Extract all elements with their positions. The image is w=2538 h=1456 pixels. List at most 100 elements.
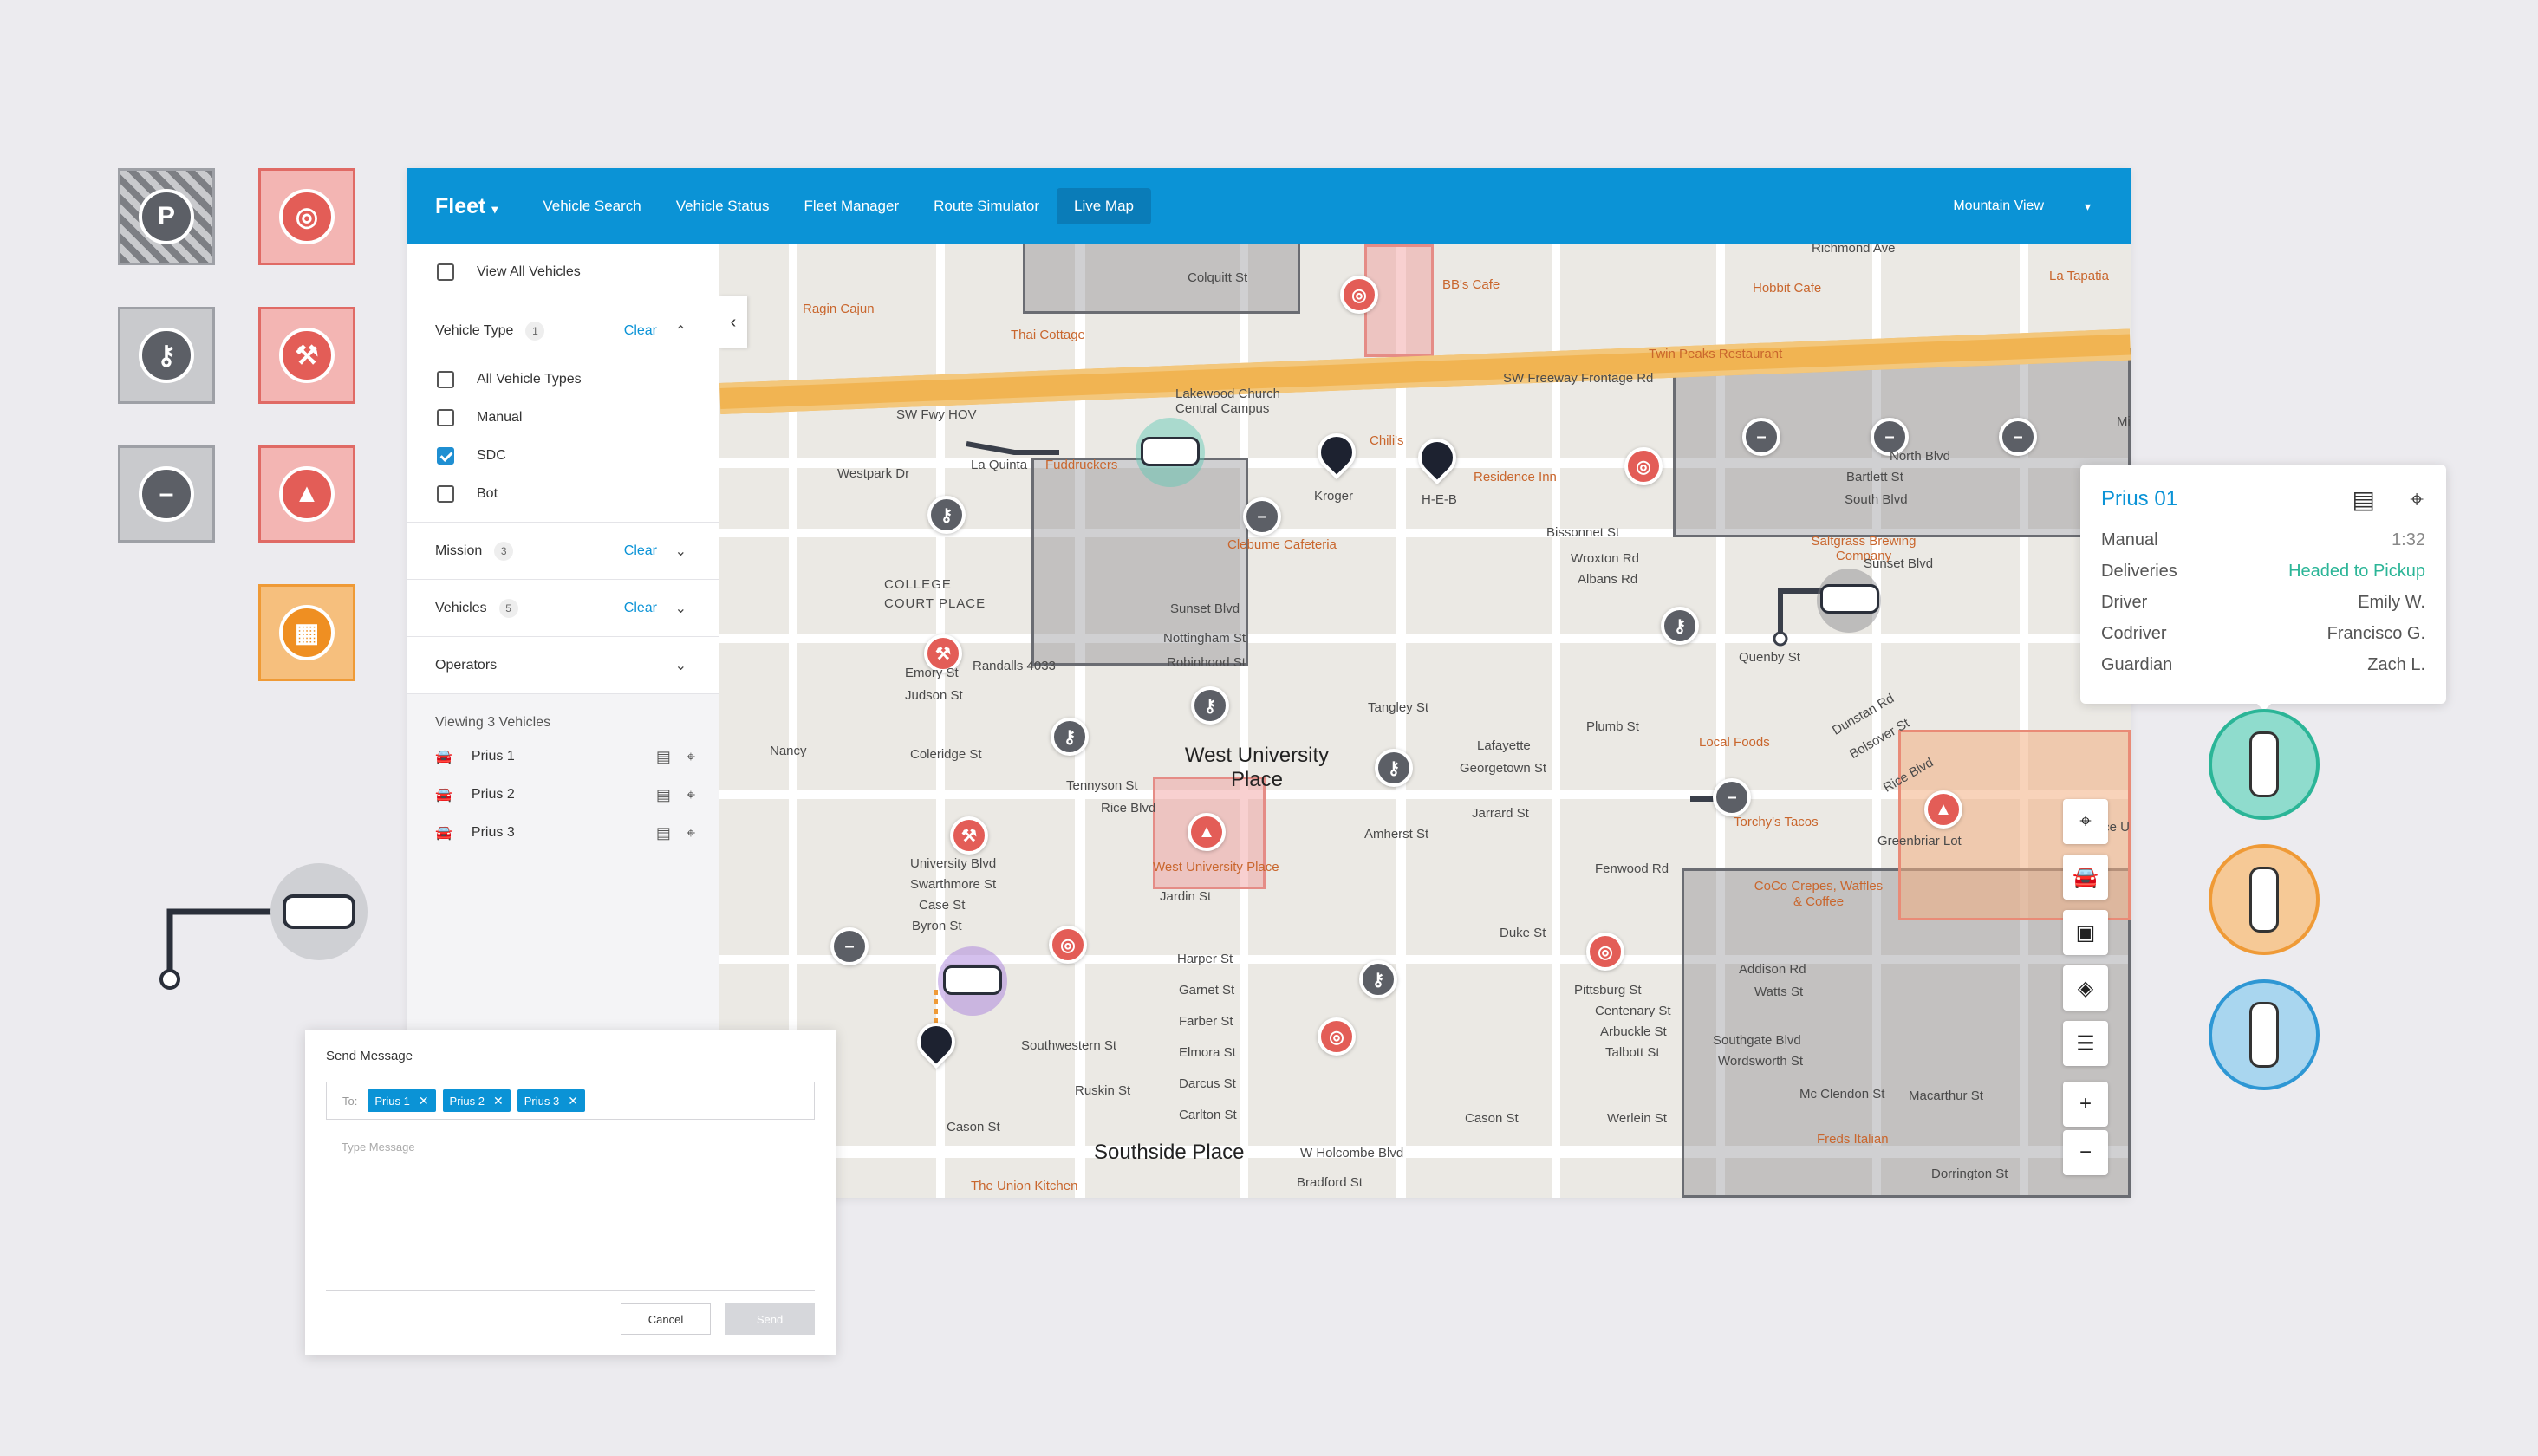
nav-vehicle-search[interactable]: Vehicle Search (525, 188, 658, 224)
steering-wheel-icon[interactable]: ◎ (1624, 447, 1663, 485)
recipients-field[interactable]: To: Prius 1 ✕ Prius 2 ✕ Prius 3 ✕ (326, 1082, 815, 1120)
operators-section[interactable]: Operators ⌄ (407, 636, 719, 693)
vehicle-car-icon[interactable] (1820, 584, 1879, 614)
steering-wheel-icon[interactable]: ◎ (1586, 933, 1624, 971)
minus-icon[interactable]: – (1713, 778, 1751, 816)
vehicle-car-icon[interactable] (943, 965, 1002, 995)
vehicle-row[interactable]: 🚘 Prius 3 ▤ ⌖ (435, 824, 695, 842)
type-all[interactable]: All Vehicle Types (437, 371, 582, 388)
poi-label: Kroger (1314, 489, 1354, 504)
clear-button[interactable]: Clear (624, 323, 657, 339)
region-select[interactable]: Mountain View (1953, 198, 2044, 214)
image-icon[interactable]: ▣ (2063, 910, 2108, 955)
layers-icon[interactable]: ◈ (2063, 965, 2108, 1011)
school-icon[interactable]: ▲ (1188, 813, 1226, 851)
view-all-checkbox[interactable] (437, 263, 454, 281)
focus-icon[interactable]: ⌖ (687, 824, 695, 842)
chevron-down-icon[interactable]: ⌄ (675, 600, 687, 617)
street-label: Cason St (1465, 1111, 1519, 1126)
nav-route-simulator[interactable]: Route Simulator (916, 188, 1057, 224)
recipient-chip[interactable]: Prius 1 ✕ (368, 1089, 436, 1112)
poi-label: Cleburne Cafeteria (1227, 537, 1337, 552)
vehicle-avatar-teal[interactable] (2209, 709, 2320, 820)
key-icon[interactable]: ⚷ (1051, 718, 1089, 756)
count-badge: 5 (498, 598, 518, 618)
message-textarea[interactable]: Type Message (326, 1132, 815, 1291)
key-icon[interactable]: ⚷ (1359, 960, 1397, 998)
checkbox[interactable] (437, 371, 454, 388)
focus-icon[interactable]: ⌖ (687, 748, 695, 766)
school-icon[interactable]: ▲ (1924, 790, 1962, 829)
key-icon[interactable]: ⚷ (1375, 749, 1413, 787)
poi-label: Freds Italian (1817, 1132, 1889, 1147)
clear-button[interactable]: Clear (624, 543, 657, 559)
key-icon[interactable]: ⚷ (1191, 686, 1229, 725)
construction-icon: ⚒ (279, 328, 335, 383)
message-icon[interactable]: ▤ (656, 748, 671, 766)
key-icon[interactable]: ⚷ (1661, 607, 1699, 645)
view-all-vehicles-row[interactable]: View All Vehicles (437, 263, 581, 281)
neighborhood-label: COLLEGE COURT PLACE (884, 577, 986, 611)
school-icon: ▲ (279, 466, 335, 522)
focus-icon[interactable]: ⌖ (2410, 485, 2424, 514)
poi-label: The Union Kitchen (971, 1179, 1078, 1193)
recenter-icon[interactable]: ⌖ (2063, 799, 2108, 844)
type-bot[interactable]: Bot (437, 485, 498, 503)
minus-icon[interactable]: – (1999, 418, 2037, 456)
vehicles-section[interactable]: Vehicles 5 Clear ⌄ (407, 579, 719, 636)
focus-icon[interactable]: ⌖ (687, 786, 695, 804)
car-icon[interactable]: 🚘 (2063, 855, 2108, 900)
recipient-chip[interactable]: Prius 3 ✕ (517, 1089, 585, 1112)
minus-icon[interactable]: – (830, 927, 869, 965)
mission-section[interactable]: Mission 3 Clear ⌄ (407, 522, 719, 579)
checkbox-checked[interactable] (437, 447, 454, 465)
chevron-down-icon[interactable]: ⌄ (675, 543, 687, 560)
checkbox[interactable] (437, 409, 454, 426)
key-icon[interactable]: ⚷ (927, 496, 966, 534)
live-map[interactable]: ◎ – – – – ⚷ ◎ ⚷ ⚷ ⚷ ⚷ ⚒ ⚒ ▲ ▲ – ◎ ◎ ⚷ ◎ … (719, 244, 2131, 1198)
nav-vehicle-status[interactable]: Vehicle Status (659, 188, 787, 224)
message-icon[interactable]: ▤ (656, 824, 671, 842)
chevron-left-icon[interactable]: ‹ (719, 296, 747, 348)
vehicle-type-section[interactable]: Vehicle Type 1 Clear ⌃ (407, 302, 719, 359)
zoom-out-icon[interactable]: − (2063, 1130, 2108, 1175)
street-label: SW Fwy HOV (896, 407, 977, 422)
message-icon[interactable]: ▤ (656, 786, 671, 804)
minus-icon[interactable]: – (1742, 418, 1780, 456)
vehicle-avatar-blue[interactable] (2209, 979, 2320, 1090)
vehicle-avatar-orange[interactable] (2209, 844, 2320, 955)
close-icon[interactable]: ✕ (493, 1094, 504, 1108)
nav-fleet-manager[interactable]: Fleet Manager (787, 188, 917, 224)
section-title: Operators (435, 657, 498, 673)
vehicle-car-icon[interactable] (1141, 437, 1200, 466)
type-label: All Vehicle Types (477, 372, 582, 387)
chevron-down-icon[interactable]: ▾ (2085, 199, 2091, 214)
message-icon[interactable]: ▤ (2353, 485, 2375, 514)
vehicle-row[interactable]: 🚘 Prius 2 ▤ ⌖ (435, 786, 695, 803)
fleet-menu[interactable]: Fleet ▾ (435, 194, 498, 219)
type-manual[interactable]: Manual (437, 409, 522, 426)
chevron-down-icon[interactable]: ⌄ (675, 657, 687, 674)
checkbox[interactable] (437, 485, 454, 503)
chevron-up-icon[interactable]: ⌃ (675, 322, 687, 340)
clear-button[interactable]: Clear (624, 601, 657, 616)
cancel-button[interactable]: Cancel (621, 1303, 711, 1335)
nav-live-map[interactable]: Live Map (1057, 188, 1151, 224)
steering-wheel-icon[interactable]: ◎ (1318, 1017, 1356, 1056)
minus-icon[interactable]: – (1243, 497, 1281, 536)
car-top-icon (2249, 867, 2279, 933)
view-all-label: View All Vehicles (477, 264, 581, 279)
type-sdc[interactable]: SDC (437, 447, 506, 465)
vehicle-row[interactable]: 🚘 Prius 1 ▤ ⌖ (435, 748, 695, 765)
zoom-in-icon[interactable]: + (2063, 1082, 2108, 1127)
close-icon[interactable]: ✕ (419, 1094, 429, 1108)
close-icon[interactable]: ✕ (568, 1094, 578, 1108)
steering-wheel-icon[interactable]: ◎ (1340, 276, 1378, 314)
recipient-chip[interactable]: Prius 2 ✕ (442, 1089, 511, 1112)
list-icon[interactable]: ☰ (2063, 1021, 2108, 1066)
card-title: Prius 01 (2101, 487, 2178, 510)
street-label: Amherst St (1364, 827, 1429, 842)
construction-icon[interactable]: ⚒ (950, 816, 988, 855)
send-button[interactable]: Send (725, 1303, 815, 1335)
steering-wheel-icon[interactable]: ◎ (1049, 926, 1087, 964)
